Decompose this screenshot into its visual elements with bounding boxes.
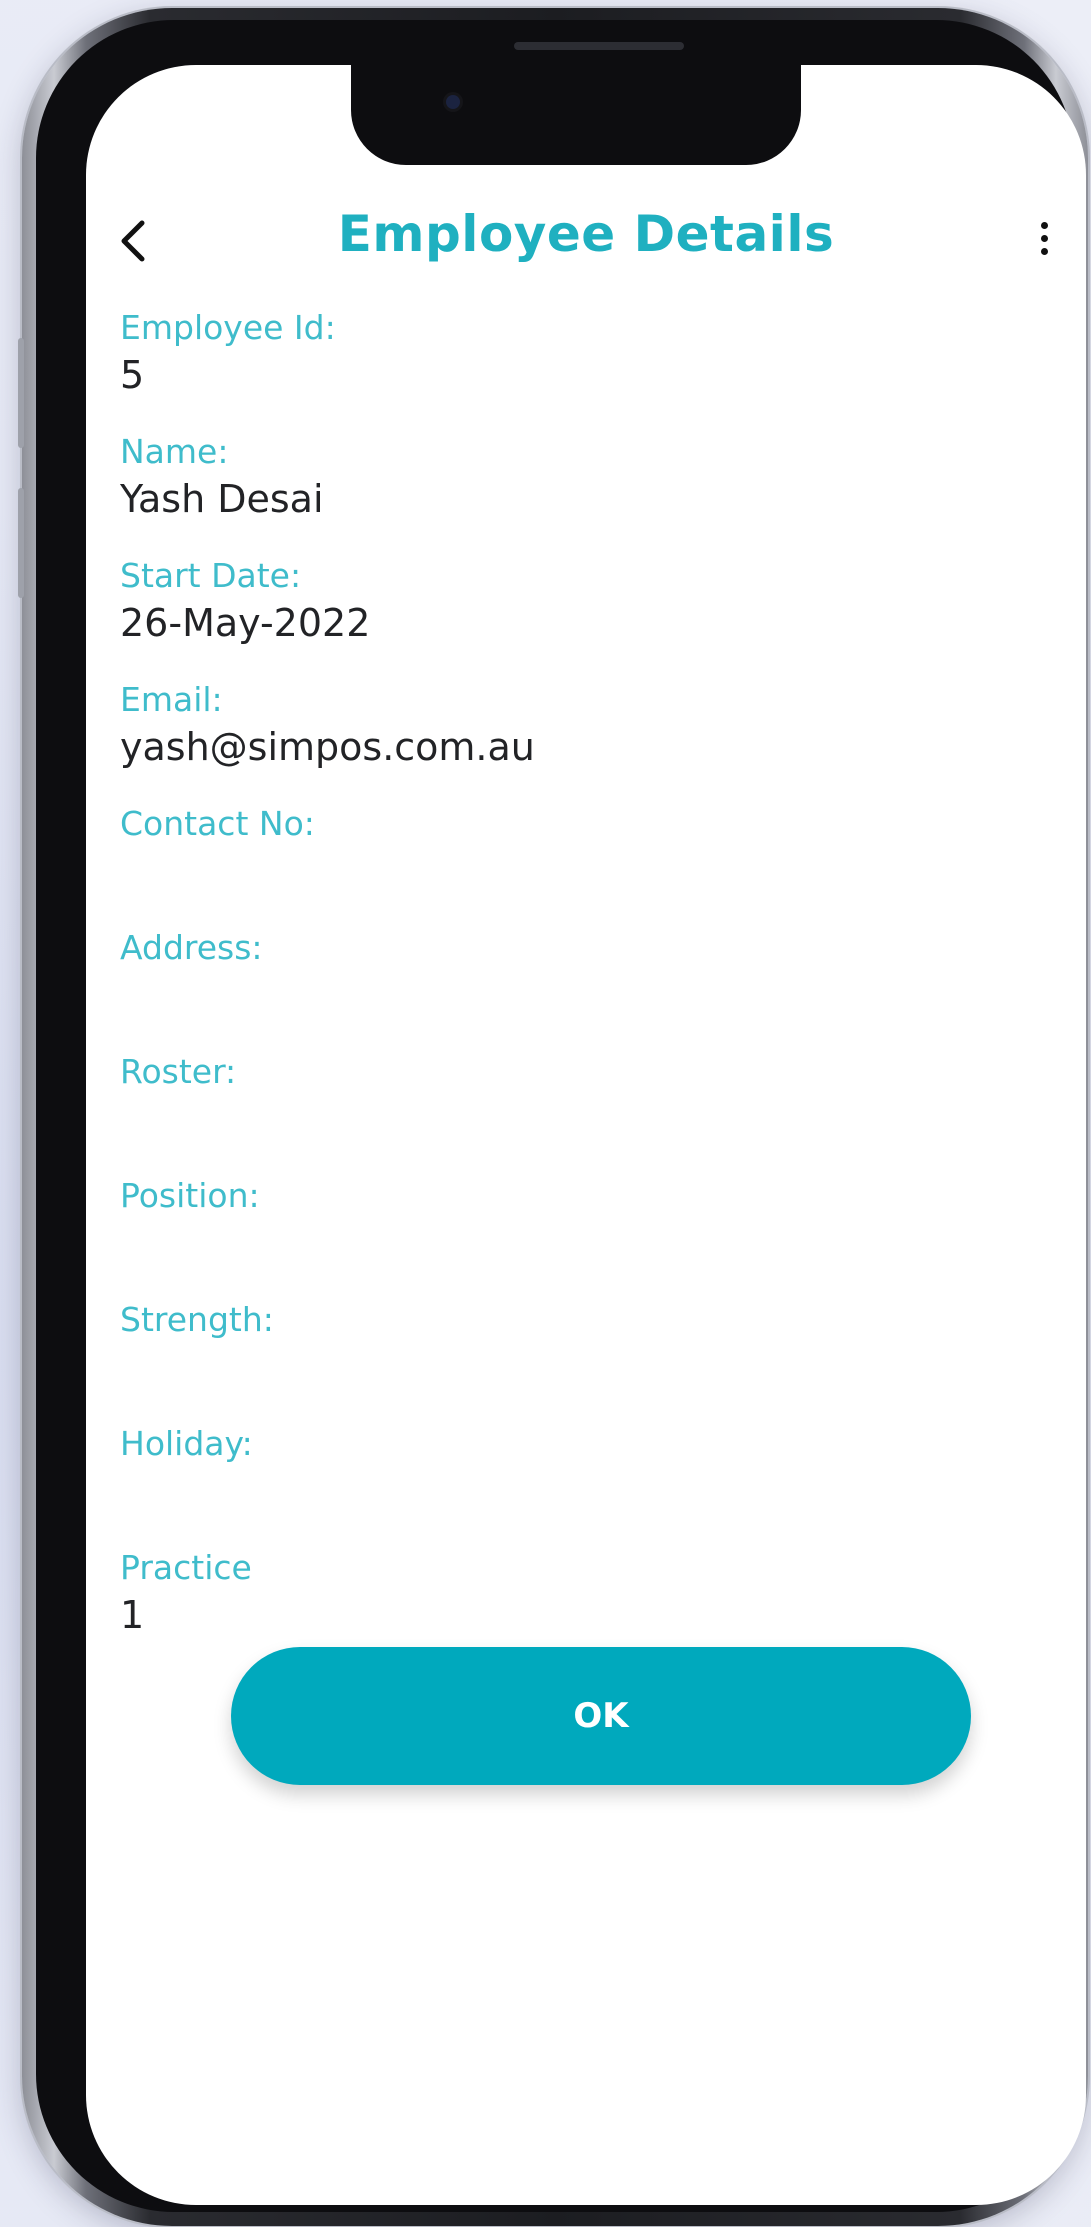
camera-notch (351, 65, 801, 165)
field-label: Name: (120, 432, 229, 471)
employee-details-list: Employee Id: 5 Name: Yash Desai Start Da… (120, 307, 1020, 1671)
more-vertical-icon (1032, 222, 1056, 255)
field-label: Holiday: (120, 1424, 253, 1463)
field-employee-id: Employee Id: 5 (120, 307, 1020, 431)
field-value: 1 (120, 1593, 145, 1637)
field-value (120, 969, 1020, 1021)
field-name: Name: Yash Desai (120, 431, 1020, 555)
field-value: yash@simpos.com.au (120, 725, 535, 769)
field-position: Position: (120, 1175, 1020, 1299)
ok-button[interactable]: OK (231, 1647, 971, 1785)
field-label: Strength: (120, 1300, 274, 1339)
field-value (120, 1093, 1020, 1145)
field-label: Email: (120, 680, 223, 719)
front-camera (446, 95, 460, 109)
field-value (120, 845, 1020, 897)
app-screen: Employee Details Employee Id: 5 Name: Ya… (86, 65, 1086, 2205)
field-value: 5 (120, 353, 145, 397)
field-label: Address: (120, 928, 263, 967)
more-options-button[interactable] (1032, 217, 1056, 271)
speaker-grille (514, 42, 684, 50)
phone-side-button (18, 488, 24, 598)
field-label: Start Date: (120, 556, 302, 595)
field-address: Address: (120, 927, 1020, 1051)
page-title: Employee Details (337, 205, 835, 263)
field-label: Position: (120, 1176, 260, 1215)
field-label: Contact No: (120, 804, 315, 843)
field-value (120, 1217, 1020, 1269)
field-label: Employee Id: (120, 308, 336, 347)
phone-frame: Employee Details Employee Id: 5 Name: Ya… (18, 8, 1088, 2226)
field-value: 26-May-2022 (120, 601, 371, 645)
phone-bezel: Employee Details Employee Id: 5 Name: Ya… (36, 20, 1086, 2212)
field-label: Practice (120, 1548, 252, 1587)
field-value (120, 1341, 1020, 1393)
field-strength: Strength: (120, 1299, 1020, 1423)
field-contact-no: Contact No: (120, 803, 1020, 927)
field-roster: Roster: (120, 1051, 1020, 1175)
field-holiday: Holiday: (120, 1423, 1020, 1547)
field-value: Yash Desai (120, 477, 324, 521)
phone-side-button (18, 338, 24, 448)
field-label: Roster: (120, 1052, 237, 1091)
field-value (120, 1465, 1020, 1517)
field-start-date: Start Date: 26-May-2022 (120, 555, 1020, 679)
field-email: Email: yash@simpos.com.au (120, 679, 1020, 803)
